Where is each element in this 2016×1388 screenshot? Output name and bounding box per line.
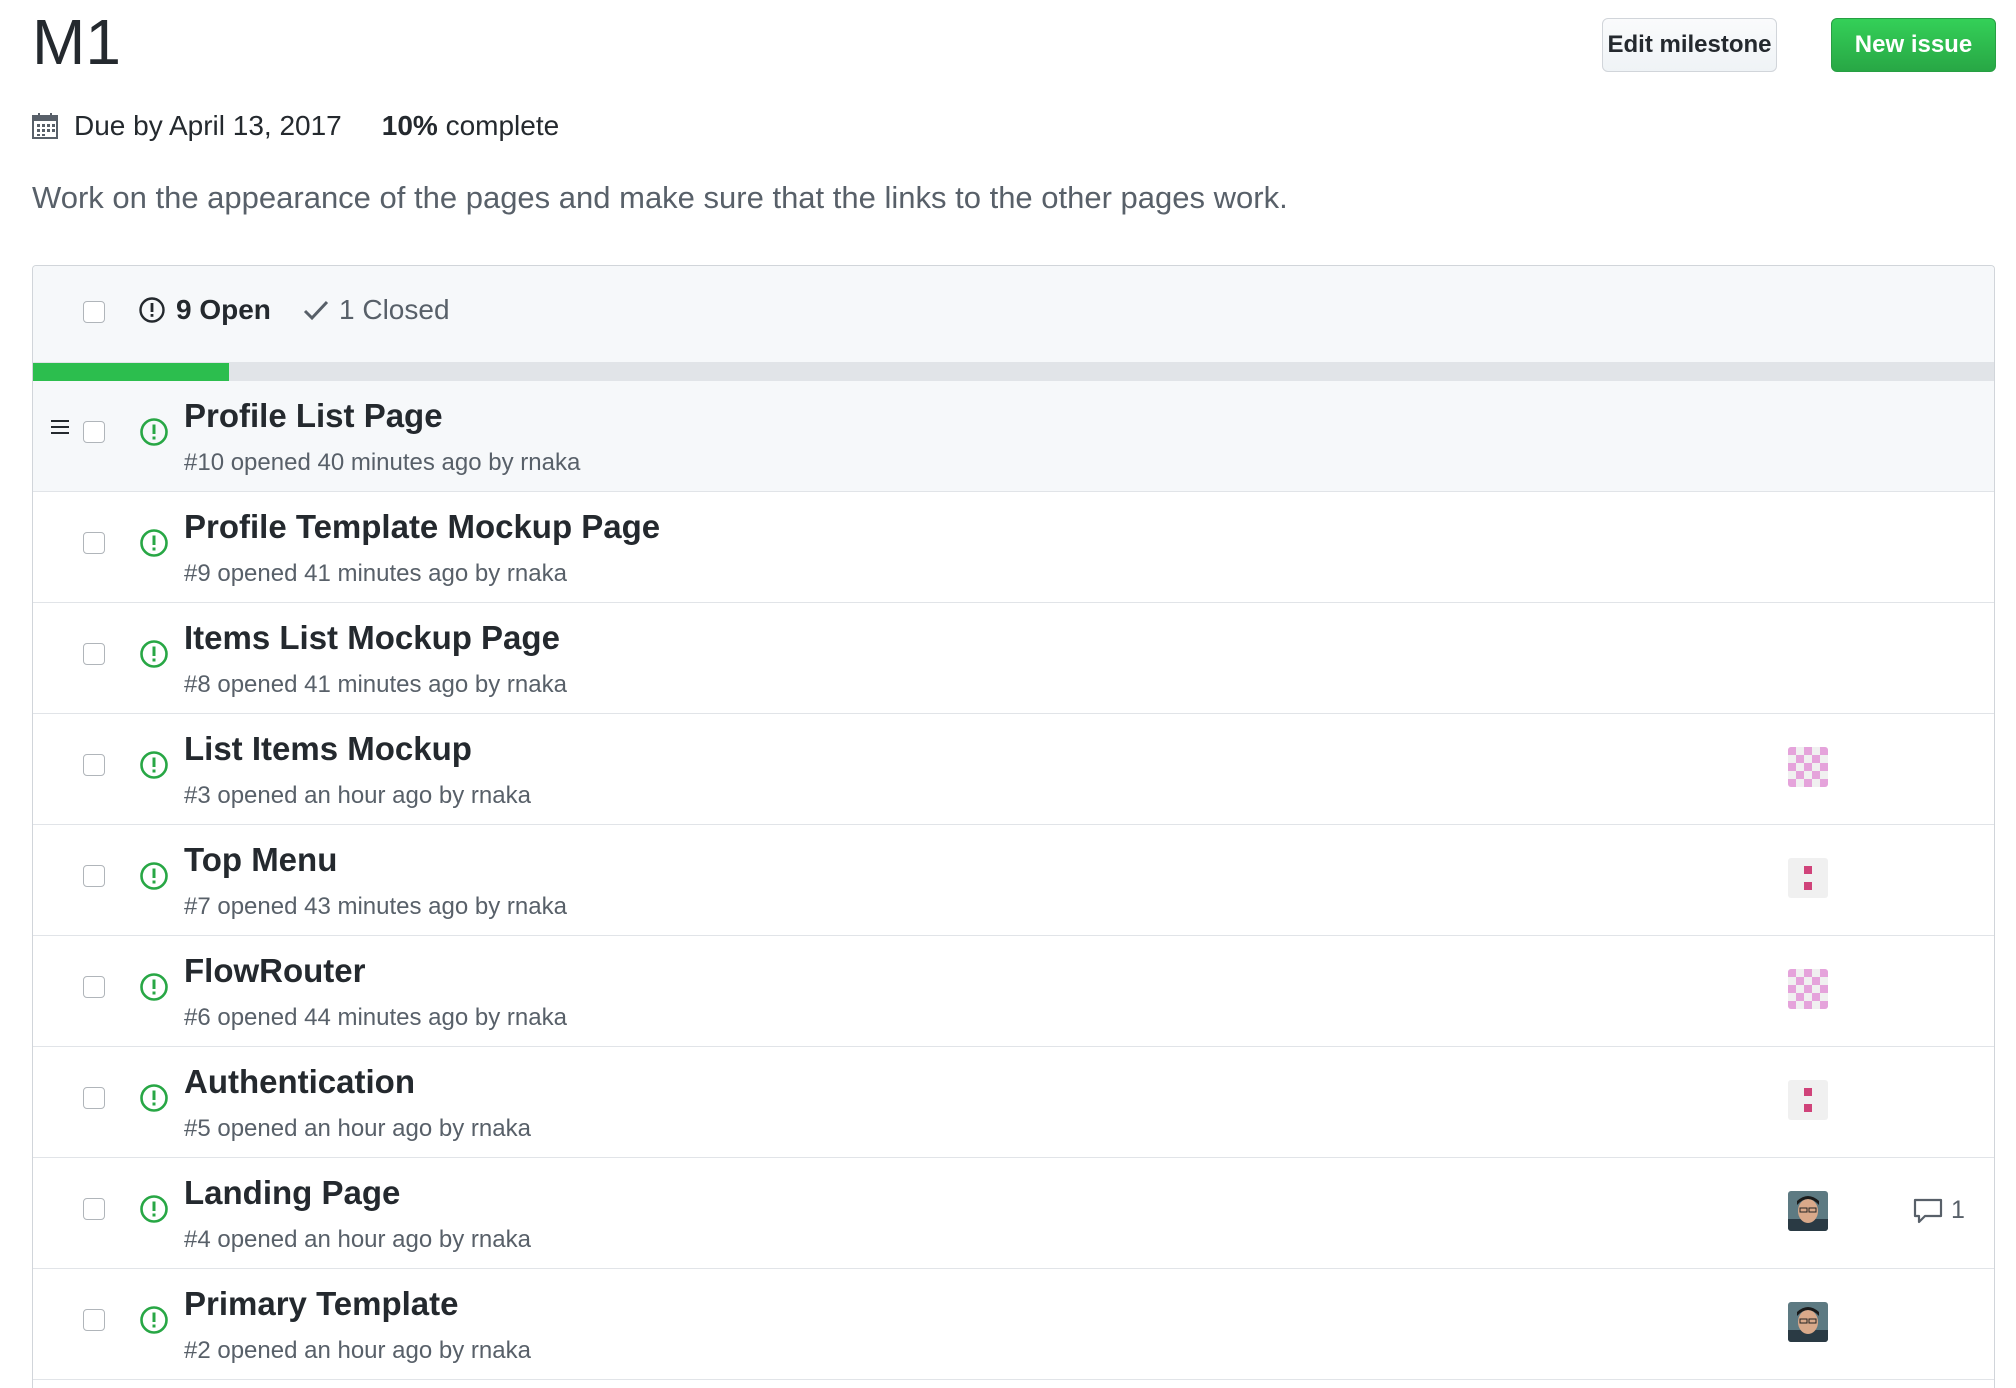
calendar-icon (32, 113, 58, 139)
milestone-title: M1 (32, 6, 121, 78)
edit-milestone-button[interactable]: Edit milestone (1602, 18, 1777, 72)
comment-count: 1 (1951, 1196, 1965, 1224)
closed-count-label: 1 Closed (339, 294, 450, 325)
new-issue-button[interactable]: New issue (1831, 18, 1996, 72)
issue-title-link[interactable]: Top Menu (184, 841, 337, 879)
progress-fill (33, 363, 230, 381)
issue-meta: #2 opened an hour ago by rnaka (184, 1337, 531, 1364)
issue-meta: #3 opened an hour ago by rnaka (184, 782, 531, 809)
milestone-meta: Due by April 13, 2017 10% complete (32, 108, 559, 144)
issue-row[interactable]: Profile Template Mockup Page #9 opened 41… (33, 492, 1994, 603)
completion-suffix: complete (437, 110, 560, 141)
select-all-checkbox[interactable] (83, 301, 105, 323)
issue-title-link[interactable]: FlowRouter (184, 952, 365, 990)
issues-header: 9 Open 1 Closed (33, 266, 1994, 363)
assignee-avatar[interactable] (1788, 969, 1828, 1009)
issue-opened-icon (139, 297, 165, 323)
issue-meta: #5 opened an hour ago by rnaka (184, 1115, 531, 1142)
issue-opened-icon (140, 529, 168, 557)
due-date: Due by April 13, 2017 (74, 110, 342, 141)
issue-meta: #8 opened 41 minutes ago by rnaka (184, 671, 567, 698)
assignee-avatar[interactable] (1788, 1080, 1828, 1120)
issue-row[interactable]: Landing Page #4 opened an hour ago by rna… (33, 1158, 1994, 1269)
issue-opened-icon (140, 640, 168, 668)
comment-icon (1913, 1198, 1943, 1223)
issue-opened-icon (140, 973, 168, 1001)
completion: 10% complete (382, 110, 559, 142)
issue-row[interactable]: FlowRouter #6 opened 44 minutes ago by rn… (33, 936, 1994, 1047)
issue-checkbox[interactable] (83, 532, 105, 554)
issue-list: Profile List Page #10 opened 40 minutes a… (33, 381, 1994, 1380)
issue-opened-icon (140, 1195, 168, 1223)
issue-title-link[interactable]: List Items Mockup (184, 730, 472, 768)
issue-meta: #7 opened 43 minutes ago by rnaka (184, 893, 567, 920)
issue-title-link[interactable]: Primary Template (184, 1285, 459, 1323)
issue-checkbox[interactable] (83, 1309, 105, 1331)
issue-meta: #9 opened 41 minutes ago by rnaka (184, 560, 567, 587)
issue-title-link[interactable]: Authentication (184, 1063, 415, 1101)
issue-row[interactable]: Items List Mockup Page #8 opened 41 minut… (33, 603, 1994, 714)
issue-opened-icon (140, 751, 168, 779)
milestone-description: Work on the appearance of the pages and … (32, 180, 1288, 215)
issue-checkbox[interactable] (83, 865, 105, 887)
issue-checkbox[interactable] (83, 643, 105, 665)
issue-opened-icon (140, 1306, 168, 1334)
drag-handle-icon[interactable] (51, 419, 69, 435)
issue-checkbox[interactable] (83, 754, 105, 776)
issue-checkbox[interactable] (83, 1087, 105, 1109)
issue-opened-icon (140, 1084, 168, 1112)
issue-checkbox[interactable] (83, 421, 105, 443)
issue-row[interactable]: Profile List Page #10 opened 40 minutes a… (33, 381, 1994, 492)
milestone-progress-bar (33, 363, 1994, 381)
open-count-label: 9 Open (176, 294, 271, 325)
closed-issues-tab[interactable]: 1 Closed (303, 294, 450, 326)
assignee-avatar[interactable] (1788, 747, 1828, 787)
issue-opened-icon (140, 862, 168, 890)
issue-title-link[interactable]: Profile List Page (184, 397, 443, 435)
check-icon (303, 300, 329, 321)
assignee-avatar[interactable] (1788, 858, 1828, 898)
issue-meta: #6 opened 44 minutes ago by rnaka (184, 1004, 567, 1031)
issue-title-link[interactable]: Items List Mockup Page (184, 619, 560, 657)
issue-checkbox[interactable] (83, 976, 105, 998)
issue-meta: #10 opened 40 minutes ago by rnaka (184, 449, 581, 476)
issue-meta: #4 opened an hour ago by rnaka (184, 1226, 531, 1253)
issue-title-link[interactable]: Landing Page (184, 1174, 400, 1212)
issue-checkbox[interactable] (83, 1198, 105, 1220)
issue-opened-icon (140, 418, 168, 446)
issue-row[interactable]: Authentication #5 opened an hour ago by r… (33, 1047, 1994, 1158)
issues-panel: 9 Open 1 Closed Profile List Page #10 ope… (32, 265, 1995, 1388)
issue-row[interactable]: Primary Template #2 opened an hour ago by… (33, 1269, 1994, 1380)
comments-link[interactable]: 1 (1913, 1196, 1965, 1225)
issue-title-link[interactable]: Profile Template Mockup Page (184, 508, 660, 546)
open-issues-tab[interactable]: 9 Open (138, 294, 271, 326)
issue-row[interactable]: List Items Mockup #3 opened an hour ago b… (33, 714, 1994, 825)
issue-row[interactable]: Top Menu #7 opened 43 minutes ago by rnak… (33, 825, 1994, 936)
completion-percent: 10% (381, 110, 438, 141)
assignee-avatar[interactable] (1788, 1302, 1828, 1342)
assignee-avatar[interactable] (1788, 1191, 1828, 1231)
